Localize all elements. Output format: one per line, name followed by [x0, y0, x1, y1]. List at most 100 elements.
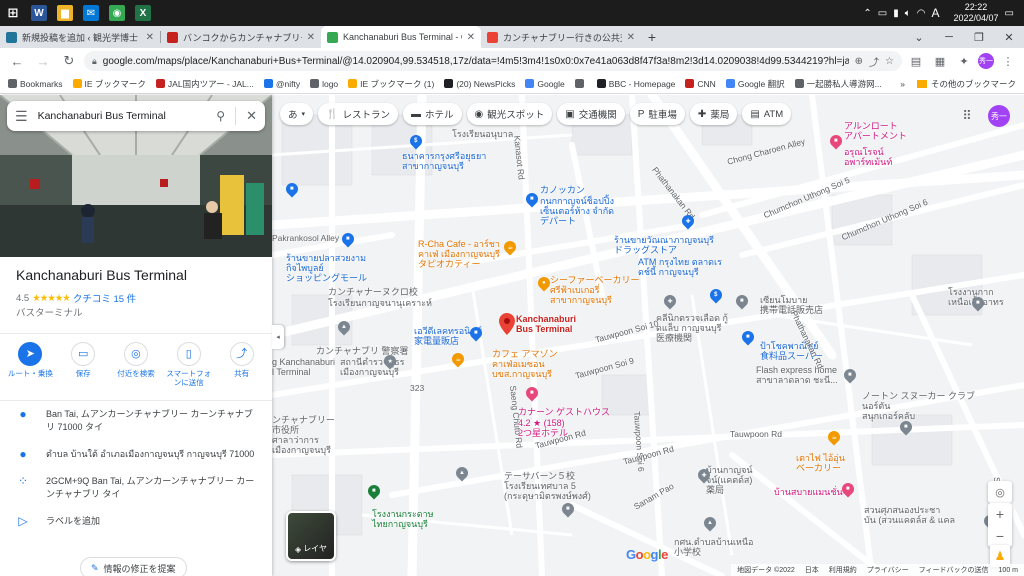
map-place-label[interactable]: カンチャナーヌクロ校	[328, 287, 418, 297]
tab-close-icon[interactable]: ✕	[146, 32, 154, 43]
map-place-label[interactable]: กศน.ตำบลบ้านเหนือ 小学校	[674, 537, 753, 557]
bookmark-item[interactable]: Google 翻訳	[725, 78, 785, 90]
footer-link[interactable]: 利用規約	[829, 565, 857, 575]
map-place-label[interactable]: เตาไฟ ไอ้อุ่น ベーカリー	[796, 453, 845, 473]
map-place-label[interactable]: カナーン ゲストハウス	[518, 407, 610, 417]
map-place-label[interactable]: กนกกาญจน์ช็อปปิ้ง เซ็นเตอร์ห้าง จำกัด デパ…	[540, 196, 614, 226]
browser-tab[interactable]: Kanchanaburi Bus Terminal - Goo ✕	[321, 26, 481, 48]
map-place-label[interactable]: g Kanchanaburi l Terminal	[272, 357, 335, 377]
close-window-button[interactable]: ✕	[994, 26, 1024, 48]
map-place-label[interactable]: ンチャナブリー 市役所 ศาลาว่าการ เมืองกาญจนบุรี	[272, 415, 335, 455]
other-bookmarks[interactable]: » その他のブックマーク	[894, 74, 1016, 93]
map-place-label[interactable]: สวนศุภสนองประชา บัน (สวนแคตล์ส & แคล	[864, 505, 955, 525]
map-place-label[interactable]: โรงเรียนเทศบาล 5 (กระดุษามิตรพงษ์พงศ์)	[504, 481, 591, 501]
share-icon[interactable]: ⤴	[869, 54, 879, 69]
bookmark-item[interactable]	[574, 78, 587, 90]
taskbar-app-chrome[interactable]: ◉	[104, 0, 130, 26]
place-action-button[interactable]: ➤ ルート・乗換	[5, 342, 55, 395]
bookmark-item[interactable]: 一起勝私人導游网...	[794, 78, 882, 90]
map-place-label[interactable]: บ้านกาญจน์ จน์(แคตด์ส) 薬局	[706, 465, 753, 495]
map-place-label[interactable]: ศรีฟ้าเบเกอรี่ สาขากาญจนบุรี	[550, 285, 612, 305]
bookmark-item[interactable]: BBC - Homepage	[596, 78, 675, 90]
category-chip[interactable]: ◉ 観光スポット	[466, 103, 553, 125]
address-bar[interactable]: 🔒︎ google.com/maps/place/Kanchanaburi+Bu…	[84, 51, 902, 71]
bookmarks-overflow-button[interactable]: »	[900, 79, 905, 89]
reviews-link[interactable]: クチコミ 15 件	[73, 291, 136, 305]
notification-icon[interactable]: ▭	[1005, 8, 1014, 19]
bookmark-item[interactable]: CNN	[685, 78, 716, 90]
place-action-button[interactable]: ◎ 付近を検索	[111, 342, 161, 395]
place-category[interactable]: バスターミナル	[16, 305, 83, 319]
category-chip[interactable]: ✚ 薬局	[689, 103, 738, 125]
taskbar-app-start[interactable]: ⊞	[0, 0, 26, 26]
map-place-label[interactable]: โรงเรียนอนุบาล	[452, 129, 513, 139]
place-action-button[interactable]: ⤴ 共有	[217, 342, 267, 395]
suggest-edit-button[interactable]: ✎ 情報の修正を提案	[80, 557, 187, 576]
browser-tab[interactable]: カンチャナブリー行きの公共交通機関 ✕	[481, 26, 641, 48]
menu-kebab-icon[interactable]: ⋮	[998, 51, 1018, 71]
map-place-label[interactable]: カンチャナブリ 警察署	[316, 346, 408, 356]
search-input[interactable]: Kanchanaburi Bus Terminal	[38, 110, 207, 122]
layers-button[interactable]: ◈ レイヤ	[286, 511, 336, 561]
forward-button[interactable]: →	[32, 50, 54, 72]
map-place-label[interactable]: อรุณโรจน์ อพาร์ทเม้นท์	[844, 147, 892, 167]
category-chip[interactable]: ▣ 交通機関	[557, 103, 625, 125]
tab-close-icon[interactable]: ✕	[467, 32, 475, 43]
map-place-label[interactable]: ร้านขายปลาสวยงาม กิจไพบูลย์ ショッピングモール	[286, 253, 367, 283]
battery-icon[interactable]: ▮	[893, 8, 899, 19]
search-icon[interactable]: ⚲	[216, 109, 225, 123]
map-place-label[interactable]: カノッカン	[540, 185, 585, 195]
category-chip[interactable]: P 駐車場	[629, 103, 685, 125]
browser-profile-avatar[interactable]: 秀一	[978, 53, 994, 69]
collapse-panel-button[interactable]: ◂	[272, 325, 284, 349]
map-place-label[interactable]: ร้านขายวัณณาภาญจนบุรี ドラッグストア	[614, 235, 714, 255]
map-place-label[interactable]: カフェ アマゾン	[492, 349, 558, 359]
category-chip[interactable]: ▤ ATM	[742, 103, 792, 125]
map-place-label[interactable]: Kanchanaburi Bus Terminal	[516, 314, 576, 334]
bookmark-item[interactable]: IE ブックマーク	[72, 78, 146, 90]
new-tab-button[interactable]: +	[641, 26, 663, 48]
minimize-button[interactable]: ─	[934, 26, 964, 48]
restore-button[interactable]: ❐	[964, 26, 994, 48]
category-chip[interactable]: ▬ ホテル	[403, 103, 462, 125]
taskbar-app-mail[interactable]: ✉	[78, 0, 104, 26]
place-info-row[interactable]: ⁘ 2GCM+9Q Ban Tai, ムアンカーンチャナブリー カーンチャナブリ …	[0, 468, 272, 508]
place-info-row[interactable]: ● Ban Tai, ムアンカーンチャナブリー カーンチャナブリ 71000 タイ	[0, 401, 272, 441]
category-chip[interactable]: 🍴 レストラン	[318, 103, 398, 125]
chevron-up-icon[interactable]: ⌃	[863, 8, 871, 19]
bookmark-item[interactable]: JAL国内ツアー - JAL...	[155, 78, 254, 90]
reload-button[interactable]: ↻	[58, 50, 80, 72]
star-icon[interactable]: ☆	[885, 56, 894, 67]
taskbar-app-word[interactable]: W	[26, 0, 52, 26]
map-place-label[interactable]: ATM กรุงไทย ตลาดเร ดช์นี้ กาญจนบุรี	[638, 257, 722, 277]
wifi-icon[interactable]: ◠	[917, 8, 926, 19]
system-clock[interactable]: 22:22 2022/04/07	[954, 2, 999, 24]
selected-place-marker[interactable]	[499, 313, 515, 335]
network-icon[interactable]: ▭	[878, 8, 887, 19]
map-place-label[interactable]: ธนาคารกรุงศรีอยุธยา สาขากาญจนบุรี	[402, 151, 486, 171]
volume-icon[interactable]: 🔈︎	[905, 8, 911, 19]
tab-close-icon[interactable]: ✕	[627, 32, 635, 43]
bookmark-item[interactable]: logo	[310, 78, 338, 90]
hamburger-menu-icon[interactable]: ☰	[15, 108, 28, 125]
ime-indicator[interactable]: A	[931, 6, 939, 20]
map-place-label[interactable]: R-Cha Cafe - อาร์ชา คาเฟ่ เมืองกาญจนบุรี…	[418, 239, 500, 269]
my-location-button[interactable]: ◎	[988, 481, 1012, 503]
browser-tab[interactable]: バンコクからカンチャナブリーへの行き方 ✕	[161, 26, 321, 48]
place-action-button[interactable]: ▭ 保存	[58, 342, 108, 395]
category-chip[interactable]: あ ▾	[280, 103, 314, 125]
account-avatar[interactable]: 秀一	[988, 105, 1010, 127]
place-info-row[interactable]: ● ตำบล บ้านใต้ อำเภอเมืองกาญจนบุรี กาญจนบ…	[0, 441, 272, 468]
close-icon[interactable]: ✕	[246, 108, 257, 124]
zoom-in-button[interactable]: +	[988, 503, 1012, 525]
map-place-label[interactable]: คาเฟ่อเมซอน บขส.กาญจนบุรี	[492, 359, 552, 379]
taskbar-app-explorer[interactable]: ▆	[52, 0, 78, 26]
extension-icon[interactable]: ▤	[906, 51, 926, 71]
back-button[interactable]: ←	[6, 50, 28, 72]
taskbar-app-excel[interactable]: X	[130, 0, 156, 26]
map-place-label[interactable]: Flash express home สาขาลาดลาด ชะนี...	[756, 365, 838, 385]
tab-close-icon[interactable]: ✕	[307, 32, 315, 43]
bookmark-item[interactable]: Bookmarks	[8, 78, 63, 90]
map-place-label[interactable]: โรงงานกระดาษ ไทยกาญจนบุรี	[372, 509, 434, 529]
map-place-label[interactable]: โรงเรียนกาญจนานุเคราะห์	[328, 298, 432, 308]
